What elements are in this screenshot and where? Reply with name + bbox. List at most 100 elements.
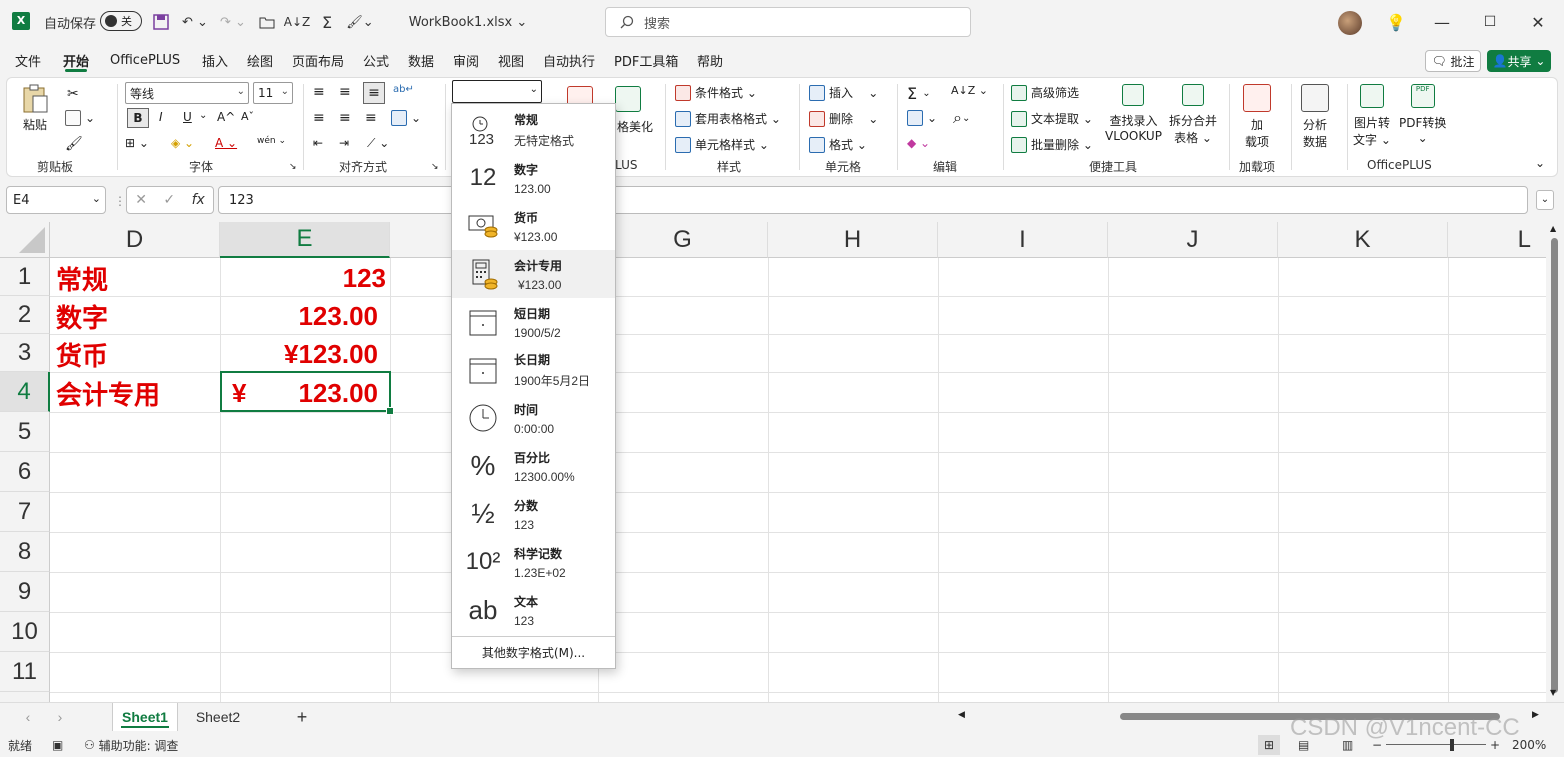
normal-view-icon[interactable]: ⊞ [1258,735,1280,755]
ribbon-collapse-icon[interactable]: ⌄ [1535,156,1545,170]
prev-sheet-icon[interactable]: ‹ [18,703,38,731]
grow-font-icon[interactable]: A^ [217,110,235,124]
column-header-l[interactable]: L [1448,222,1546,258]
analyze-data-button[interactable]: 分析 数据 [1301,84,1329,150]
fill-icon[interactable]: ⌄ [907,110,937,126]
table-beautify-icon[interactable] [615,86,641,112]
row-header-11[interactable]: 11 [0,652,50,692]
next-sheet-icon[interactable]: › [50,703,70,731]
scroll-left-icon[interactable]: ◀ [958,710,965,720]
macro-record-icon[interactable]: ▣ [52,733,63,757]
scroll-up-icon[interactable]: ▲ [1550,224,1556,233]
column-header-h[interactable]: H [768,222,938,258]
cell-d3[interactable]: 货币 [56,335,216,373]
format-option-long-date[interactable]: 长日期 1900年5月2日 [452,346,615,394]
search-box[interactable]: 搜索 [605,7,971,37]
scroll-down-icon[interactable]: ▼ [1550,688,1556,697]
minimize-icon[interactable]: — [1430,0,1454,44]
format-option-time[interactable]: 时间 0:00:00 [452,394,615,442]
format-option-text[interactable]: ab 文本 123 [452,586,615,634]
wrap-text-icon[interactable]: ab↵ [393,84,414,95]
align-dialog-launcher-icon[interactable]: ↘ [431,162,439,172]
tab-insert[interactable]: 插入 [202,44,228,76]
avatar[interactable] [1338,11,1362,35]
sort-filter-icon[interactable]: A↓Z ⌄ [951,84,988,97]
tab-home[interactable]: 开始 [63,44,89,76]
row-header-12[interactable] [0,692,50,702]
format-option-currency[interactable]: 货币 ¥123.00 [452,202,615,250]
share-button[interactable]: 👤 共享 ⌄ [1487,50,1551,72]
increase-indent-icon[interactable]: ⇥ [339,136,349,150]
worksheet-grid[interactable]: D E F G H I J K L 1 2 3 4 5 6 7 8 9 10 1… [0,222,1546,702]
split-merge-button[interactable]: 拆分合并 表格 ⌄ [1169,84,1217,146]
cell-styles-button[interactable]: 单元格样式 ⌄ [675,136,769,153]
align-left-icon[interactable]: ≡ [313,110,325,126]
number-format-select[interactable]: ⌄ [452,80,542,103]
font-name-select[interactable]: 等线 ⌄ [125,82,249,104]
addins-button[interactable]: 加 载项 [1243,84,1271,150]
row-header-3[interactable]: 3 [0,334,50,372]
align-middle-icon[interactable]: ≡ [339,84,351,100]
align-bottom-icon[interactable]: ≡ [363,82,385,104]
select-all-corner[interactable] [0,222,50,258]
image-to-text-button[interactable]: 图片转 文字 ⌄ [1353,84,1391,148]
tab-automate[interactable]: 自动执行 [543,44,595,76]
format-option-general[interactable]: 123 常规 无特定格式 [452,106,615,154]
redo-icon[interactable]: ↷ ⌄ [218,0,248,44]
open-folder-icon[interactable] [256,0,278,44]
column-header-g[interactable]: G [598,222,768,258]
row-header-2[interactable]: 2 [0,296,50,334]
format-cells-button[interactable]: 格式 ⌄ [809,136,867,153]
cell-e2[interactable]: 123.00 [220,297,390,335]
decrease-indent-icon[interactable]: ⇤ [313,136,323,150]
row-header-5[interactable]: 5 [0,412,50,452]
row-header-1[interactable]: 1 [0,258,50,296]
font-dialog-launcher-icon[interactable]: ↘ [289,162,297,172]
fill-color-icon[interactable]: ◈ ⌄ [171,136,194,150]
format-option-fraction[interactable]: ½ 分数 123 [452,490,615,538]
column-header-i[interactable]: I [938,222,1108,258]
filename[interactable]: WorkBook1.xlsx ⌄ [409,0,527,44]
insert-function-icon[interactable]: fx [192,192,205,208]
align-right-icon[interactable]: ≡ [365,110,377,126]
sheet-tab-sheet2[interactable]: Sheet2 [184,703,252,731]
undo-icon[interactable]: ↶ ⌄ [180,0,210,44]
cell-d2[interactable]: 数字 [56,297,216,335]
confirm-icon[interactable]: ✓ [163,192,175,208]
maximize-icon[interactable]: ☐ [1478,0,1502,44]
tab-pdf-toolbox[interactable]: PDF工具箱 [614,44,678,76]
font-color-icon[interactable]: A ⌄ [215,136,237,150]
scroll-right-icon[interactable]: ▶ [1532,710,1539,720]
format-option-number[interactable]: 12 数字 123.00 [452,154,615,202]
more-number-formats-button[interactable]: 其他数字格式(M)... [452,636,615,668]
underline-button[interactable]: U [183,110,192,124]
close-icon[interactable]: ✕ [1526,0,1550,44]
cell-e3[interactable]: ¥123.00 [220,335,390,373]
cell-d1[interactable]: 常规 [56,259,216,297]
shrink-font-icon[interactable]: Aˇ [241,110,254,123]
text-extract-button[interactable]: 文本提取 ⌄ [1011,110,1093,127]
row-header-6[interactable]: 6 [0,452,50,492]
italic-button[interactable]: I [159,110,163,124]
autosum-icon[interactable]: Σ ⌄ [907,84,931,103]
accessibility-button[interactable]: ⚇ 辅助功能: 调查 [84,733,178,757]
cell-d4[interactable]: 会计专用 [56,374,216,412]
row-header-7[interactable]: 7 [0,492,50,532]
align-center-icon[interactable]: ≡ [339,110,351,126]
vertical-scroll-thumb[interactable] [1551,238,1558,693]
cancel-icon[interactable]: ✕ [135,192,147,208]
find-select-icon[interactable]: ⌕ ⌄ [953,108,970,128]
insert-cells-button[interactable]: 插入 ⌄ [809,84,878,101]
vertical-scrollbar[interactable]: ▲ ▼ [1546,222,1564,702]
sum-icon[interactable]: Σ [316,0,338,44]
lightbulb-icon[interactable]: 💡 [1384,0,1408,44]
batch-delete-button[interactable]: 批量删除 ⌄ [1011,136,1093,153]
row-header-10[interactable]: 10 [0,612,50,652]
format-option-scientific[interactable]: 10² 科学记数 1.23E+02 [452,538,615,586]
underline-dropdown-icon[interactable]: ⌄ [199,110,207,121]
comment-button[interactable]: 🗨 批注 [1425,50,1481,72]
tab-formulas[interactable]: 公式 [363,44,389,76]
conditional-format-button[interactable]: 条件格式 ⌄ [675,84,757,101]
format-as-table-button[interactable]: 套用表格格式 ⌄ [675,110,781,127]
tab-data[interactable]: 数据 [408,44,434,76]
